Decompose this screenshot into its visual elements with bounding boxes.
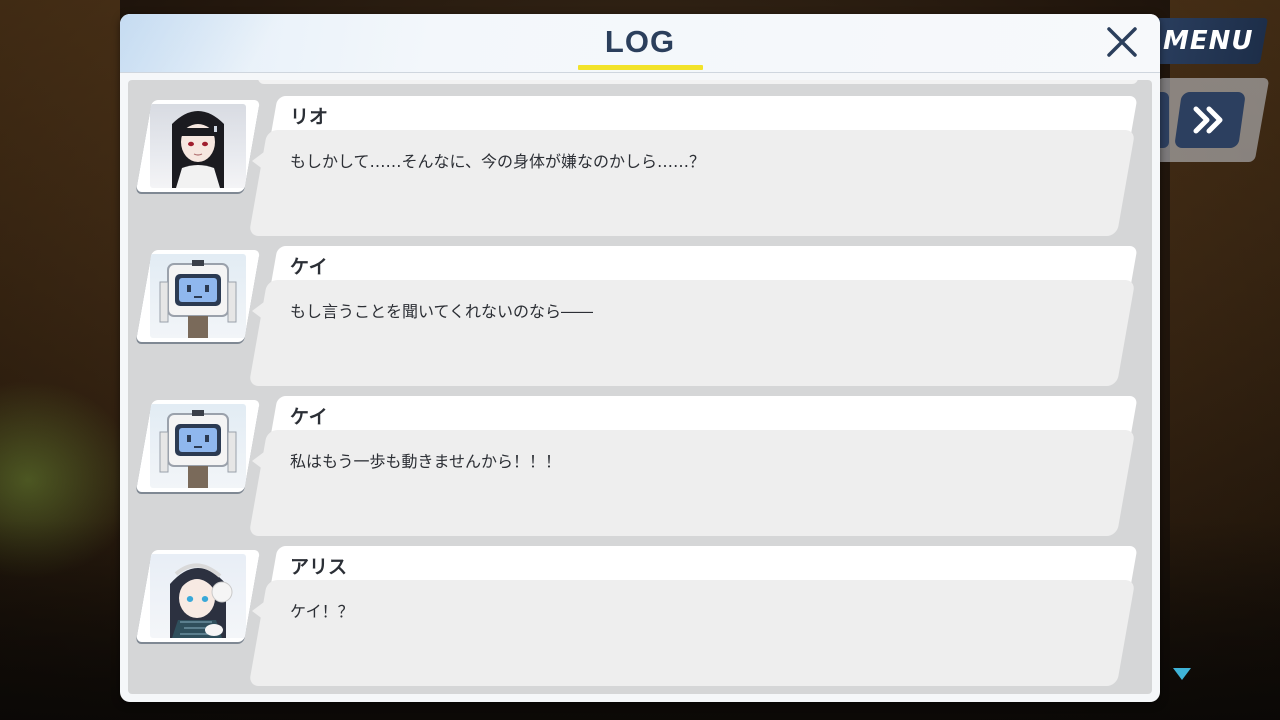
speaker-portrait — [135, 250, 261, 342]
menu-button[interactable]: MENU — [1147, 18, 1269, 64]
speaker-portrait — [135, 400, 261, 492]
speaker-portrait — [135, 100, 261, 192]
log-title: LOG — [604, 24, 676, 59]
speaker-name: アリス — [290, 556, 348, 578]
fast-forward-icon — [1193, 106, 1223, 134]
speaker-name: リオ — [290, 106, 329, 128]
log-header: LOG — [120, 14, 1160, 72]
speaker-portrait — [135, 550, 261, 642]
message-text: もしかして……そんなに、今の身体が嫌なのかしら……？ — [290, 152, 706, 171]
log-list[interactable]: リオ もしかして……そんなに、今の身体が嫌なのかしら……？ ケイ もし言うことを… — [128, 80, 1152, 694]
log-entry: アリス ケイ！？ — [128, 530, 1152, 686]
log-panel: LOG リオ もしかして……そんなに、今の身体が嫌なのかしら……？ ケイ もし言… — [120, 14, 1160, 702]
speaker-name: ケイ — [290, 406, 328, 428]
log-entry: ケイ もし言うことを聞いてくれないのなら―― — [128, 230, 1152, 386]
message-text: もし言うことを聞いてくれないのなら―― — [290, 302, 594, 321]
message-bubble — [248, 280, 1136, 386]
menu-label: MENU — [1162, 26, 1254, 56]
scroll-down-icon[interactable] — [1172, 666, 1192, 682]
kei-robot-portrait-icon — [159, 410, 237, 488]
message-text: ケイ！？ — [290, 602, 354, 621]
message-bubble — [248, 580, 1136, 686]
aris-portrait-icon — [170, 563, 233, 638]
log-entry: リオ もしかして……そんなに、今の身体が嫌なのかしら……？ — [128, 80, 1152, 236]
close-button[interactable] — [1102, 24, 1142, 60]
kei-robot-portrait-icon — [159, 260, 237, 338]
rio-portrait-icon — [172, 111, 224, 188]
message-bubble — [248, 430, 1136, 536]
title-underline — [578, 65, 703, 70]
skip-button[interactable] — [1174, 92, 1246, 148]
speaker-name: ケイ — [290, 256, 328, 278]
message-text: 私はもう一歩も動きませんから！！！ — [290, 452, 562, 471]
message-bubble — [248, 130, 1136, 236]
close-icon — [1107, 27, 1137, 57]
log-entry: ケイ 私はもう一歩も動きませんから！！！ — [128, 380, 1152, 536]
